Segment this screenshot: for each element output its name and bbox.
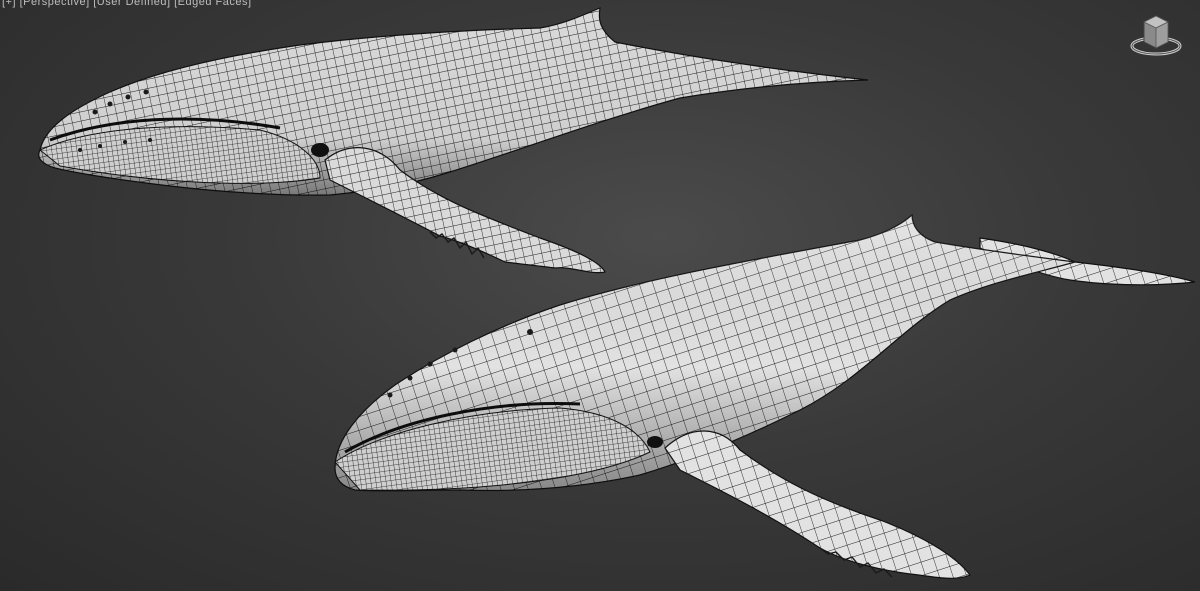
3d-viewport[interactable]: [+] [Perspective] [User Defined] [Edged … <box>0 0 1200 591</box>
viewcube-icon[interactable] <box>1128 12 1184 58</box>
whale-model-lower[interactable] <box>334 213 1196 579</box>
scene-canvas[interactable] <box>0 0 1200 591</box>
whale-model-upper[interactable] <box>38 7 869 274</box>
viewcube[interactable] <box>1128 12 1184 58</box>
